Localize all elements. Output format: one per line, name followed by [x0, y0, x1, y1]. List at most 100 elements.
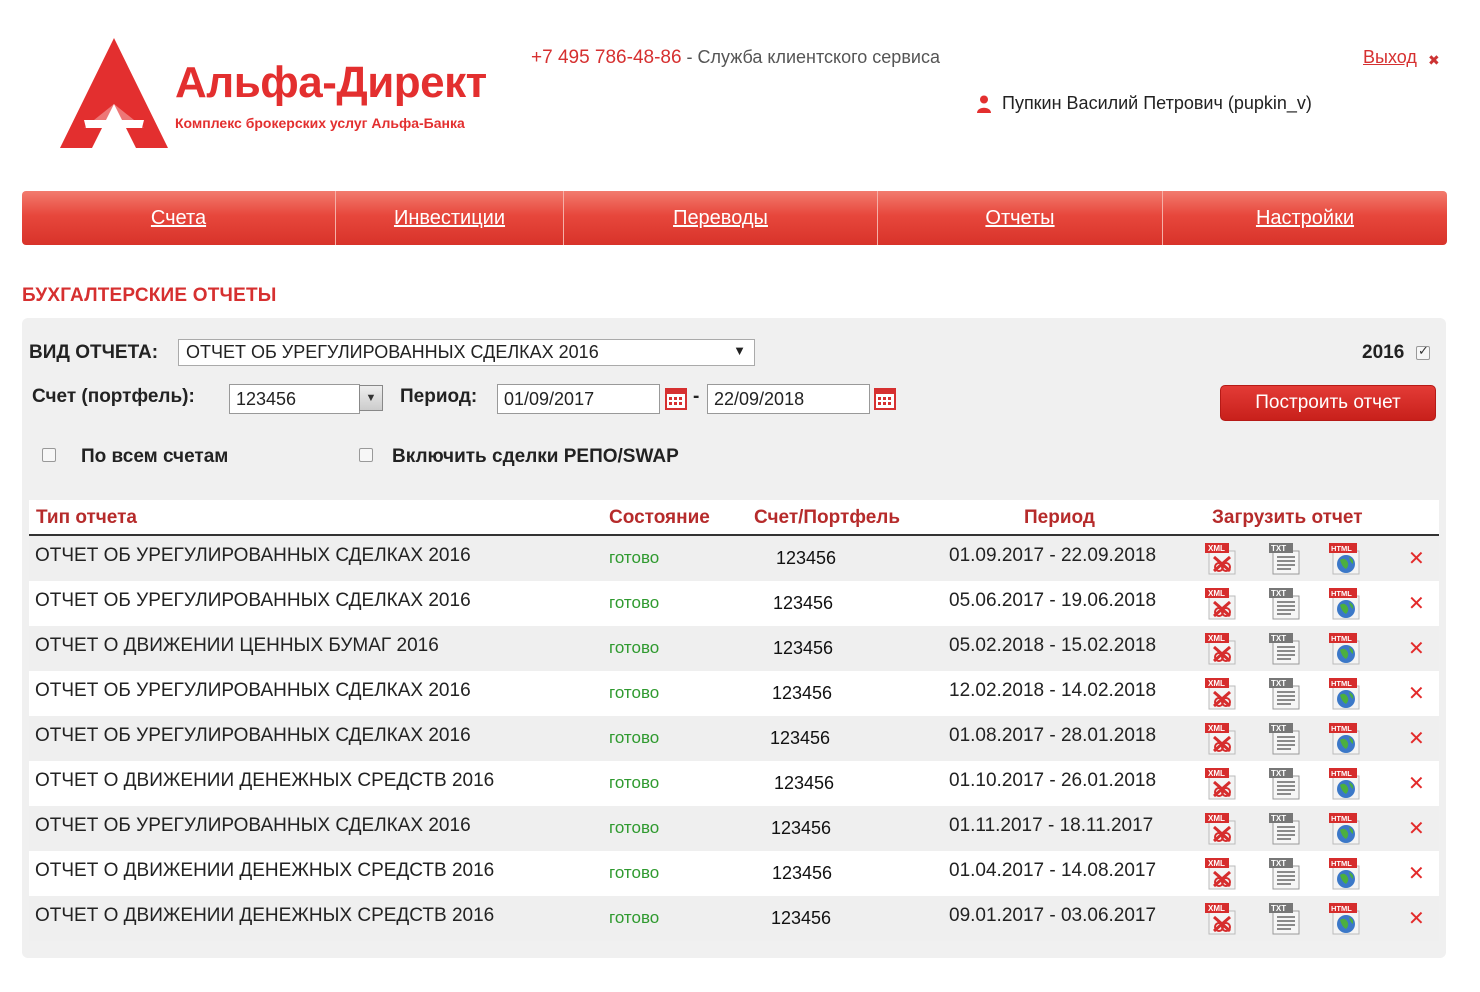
- delete-icon[interactable]: ✕: [1408, 816, 1425, 841]
- all-accounts-label: По всем счетам: [81, 446, 229, 467]
- delete-icon[interactable]: ✕: [1408, 726, 1425, 751]
- svg-text:TXT: TXT: [1271, 859, 1286, 868]
- build-report-button[interactable]: Построить отчет: [1220, 385, 1436, 421]
- html-download-icon[interactable]: HTML: [1329, 768, 1363, 800]
- calendar-icon[interactable]: [665, 388, 687, 410]
- svg-text:HTML: HTML: [1331, 904, 1352, 913]
- logo-subtitle: Комплекс брокерских услуг Альфа-Банка: [175, 115, 465, 131]
- report-type-select[interactable]: ОТЧЕТ ОБ УРЕГУЛИРОВАННЫХ СДЕЛКАХ 2016 ▼: [178, 339, 755, 366]
- svg-text:TXT: TXT: [1271, 589, 1286, 598]
- html-download-icon[interactable]: HTML: [1329, 588, 1363, 620]
- repo-swap-checkbox[interactable]: [359, 448, 373, 462]
- xml-download-icon[interactable]: XML: [1205, 903, 1239, 935]
- date-separator: -: [693, 386, 700, 407]
- txt-download-icon[interactable]: TXT: [1267, 903, 1301, 935]
- delete-icon[interactable]: ✕: [1408, 906, 1425, 931]
- txt-download-icon[interactable]: TXT: [1267, 543, 1301, 575]
- dropdown-arrow-icon: ▼: [733, 343, 746, 358]
- account-cell: 123456: [774, 773, 835, 793]
- delete-icon[interactable]: ✕: [1408, 771, 1425, 796]
- svg-text:XML: XML: [1208, 544, 1225, 553]
- logout-close-icon[interactable]: ✖: [1428, 52, 1440, 69]
- html-download-icon[interactable]: HTML: [1329, 813, 1363, 845]
- alfa-logo-icon: [60, 38, 168, 148]
- xml-download-icon[interactable]: XML: [1205, 678, 1239, 710]
- xml-download-icon[interactable]: XML: [1205, 543, 1239, 575]
- report-type-value: ОТЧЕТ ОБ УРЕГУЛИРОВАННЫХ СДЕЛКАХ 2016: [186, 342, 599, 362]
- svg-text:XML: XML: [1208, 724, 1225, 733]
- phone-number: +7 495 786-48-86: [531, 47, 682, 68]
- date-from-input[interactable]: 01/09/2017: [497, 384, 660, 414]
- txt-download-icon[interactable]: TXT: [1267, 858, 1301, 890]
- nav-reports[interactable]: Отчеты: [878, 191, 1163, 245]
- support-phone: +7 495 786-48-86 - Служба клиентского се…: [531, 47, 940, 69]
- xml-download-icon[interactable]: XML: [1205, 768, 1239, 800]
- table-row: ОТЧЕТ ОБ УРЕГУЛИРОВАННЫХ СДЕЛКАХ 2016 гот…: [29, 581, 1439, 626]
- txt-download-icon[interactable]: TXT: [1267, 678, 1301, 710]
- html-download-icon[interactable]: HTML: [1329, 633, 1363, 665]
- user-icon: [977, 95, 991, 113]
- account-cell: 123456: [773, 593, 834, 613]
- html-download-icon[interactable]: HTML: [1329, 543, 1363, 575]
- nav-investments[interactable]: Инвестиции: [336, 191, 564, 245]
- period-cell: 09.01.2017 - 03.06.2017: [949, 905, 1157, 926]
- status-cell: готово: [609, 863, 660, 882]
- account-input[interactable]: 123456: [229, 384, 360, 414]
- xml-download-icon[interactable]: XML: [1205, 588, 1239, 620]
- phone-description: Служба клиентского сервиса: [697, 47, 940, 67]
- period-cell: 01.08.2017 - 28.01.2018: [949, 725, 1157, 746]
- account-cell: 123456: [773, 638, 834, 658]
- svg-text:TXT: TXT: [1271, 544, 1286, 553]
- account-dropdown-icon[interactable]: ▼: [359, 385, 383, 411]
- svg-text:HTML: HTML: [1331, 724, 1352, 733]
- report-type-cell: ОТЧЕТ ОБ УРЕГУЛИРОВАННЫХ СДЕЛКАХ 2016: [35, 590, 471, 611]
- delete-icon[interactable]: ✕: [1408, 591, 1425, 616]
- col-account-header: Счет/Портфель: [754, 507, 901, 528]
- svg-text:HTML: HTML: [1331, 544, 1352, 553]
- txt-download-icon[interactable]: TXT: [1267, 768, 1301, 800]
- html-download-icon[interactable]: HTML: [1329, 723, 1363, 755]
- delete-icon[interactable]: ✕: [1408, 636, 1425, 661]
- col-type-header: Тип отчета: [36, 507, 137, 528]
- delete-icon[interactable]: ✕: [1408, 681, 1425, 706]
- logout-link[interactable]: Выход: [1363, 47, 1417, 68]
- period-label: Период:: [400, 386, 478, 407]
- all-accounts-checkbox[interactable]: [42, 448, 56, 462]
- xml-download-icon[interactable]: XML: [1205, 723, 1239, 755]
- status-cell: готово: [609, 548, 660, 567]
- svg-text:XML: XML: [1208, 634, 1225, 643]
- svg-text:XML: XML: [1208, 589, 1225, 598]
- status-cell: готово: [609, 728, 660, 747]
- svg-text:TXT: TXT: [1271, 814, 1286, 823]
- txt-download-icon[interactable]: TXT: [1267, 813, 1301, 845]
- txt-download-icon[interactable]: TXT: [1267, 588, 1301, 620]
- xml-download-icon[interactable]: XML: [1205, 813, 1239, 845]
- nav-transfers[interactable]: Переводы: [564, 191, 878, 245]
- html-download-icon[interactable]: HTML: [1329, 903, 1363, 935]
- status-cell: готово: [609, 818, 660, 837]
- date-to-input[interactable]: 22/09/2018: [707, 384, 870, 414]
- svg-text:TXT: TXT: [1271, 769, 1286, 778]
- svg-text:TXT: TXT: [1271, 634, 1286, 643]
- period-cell: 01.10.2017 - 26.01.2018: [949, 770, 1157, 791]
- svg-text:TXT: TXT: [1271, 904, 1286, 913]
- table-row: ОТЧЕТ О ДВИЖЕНИИ ДЕНЕЖНЫХ СРЕДСТВ 2016 го…: [29, 896, 1439, 941]
- txt-download-icon[interactable]: TXT: [1267, 723, 1301, 755]
- delete-icon[interactable]: ✕: [1408, 546, 1425, 571]
- period-cell: 01.11.2017 - 18.11.2017: [949, 815, 1154, 836]
- svg-text:HTML: HTML: [1331, 679, 1352, 688]
- xml-download-icon[interactable]: XML: [1205, 633, 1239, 665]
- period-cell: 05.06.2017 - 19.06.2018: [949, 590, 1157, 611]
- nav-settings[interactable]: Настройки: [1163, 191, 1447, 245]
- xml-download-icon[interactable]: XML: [1205, 858, 1239, 890]
- txt-download-icon[interactable]: TXT: [1267, 633, 1301, 665]
- nav-accounts[interactable]: Счета: [22, 191, 336, 245]
- table-row: ОТЧЕТ О ДВИЖЕНИИ ДЕНЕЖНЫХ СРЕДСТВ 2016 го…: [29, 761, 1439, 806]
- delete-icon[interactable]: ✕: [1408, 861, 1425, 886]
- calendar-icon[interactable]: [874, 388, 896, 410]
- html-download-icon[interactable]: HTML: [1329, 858, 1363, 890]
- status-cell: готово: [609, 773, 660, 792]
- year-checkbox[interactable]: [1416, 343, 1430, 360]
- html-download-icon[interactable]: HTML: [1329, 678, 1363, 710]
- svg-text:XML: XML: [1208, 814, 1225, 823]
